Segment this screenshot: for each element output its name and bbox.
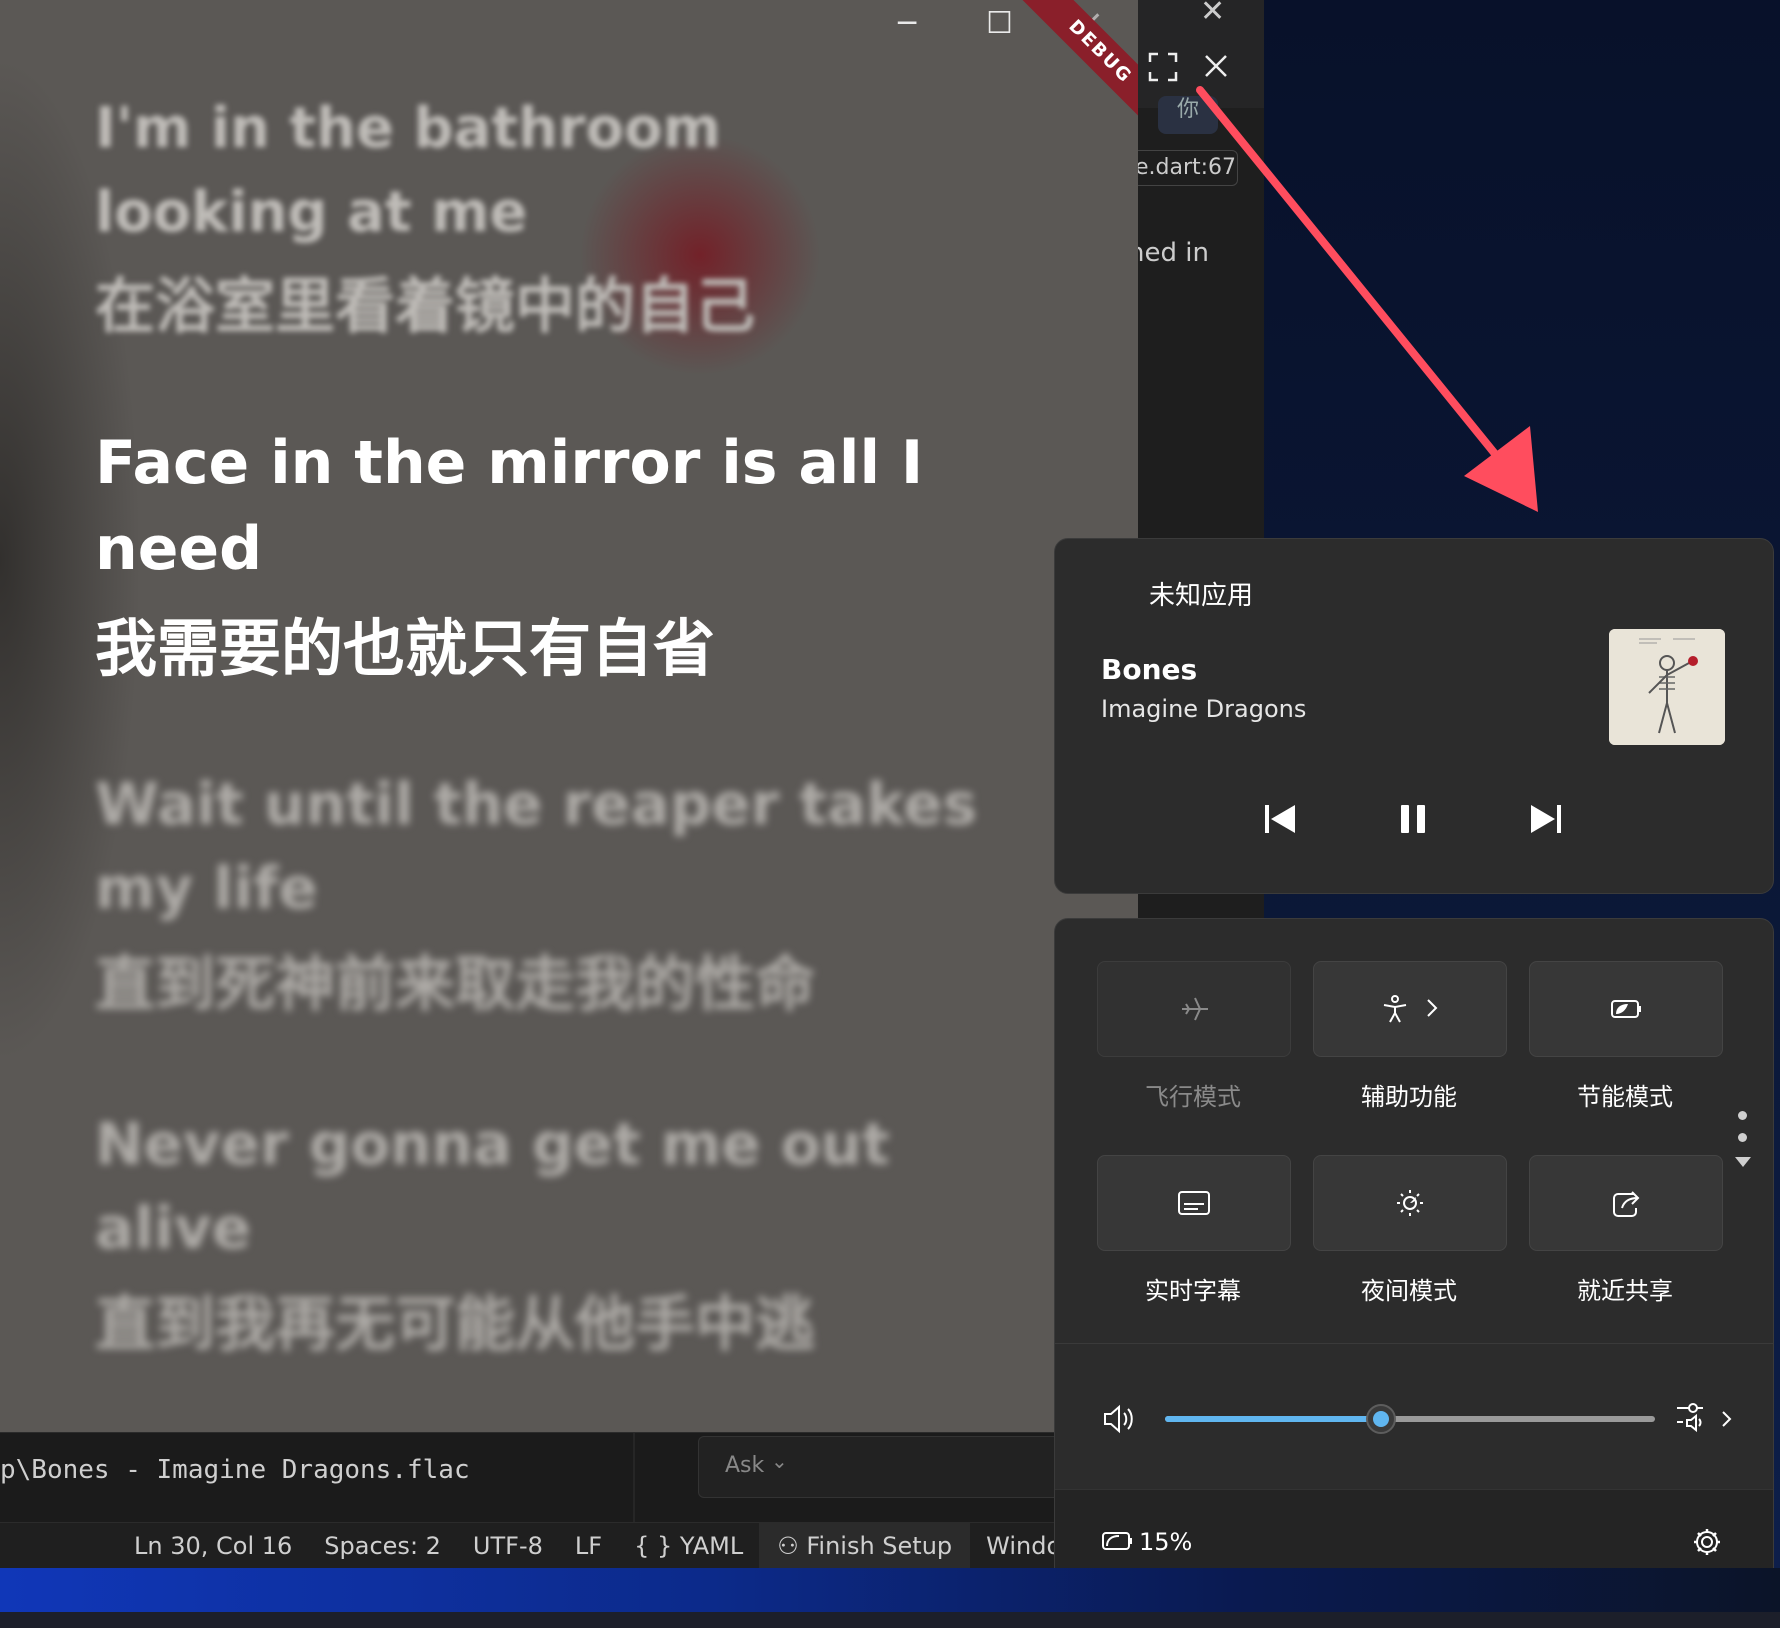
tile-label-nearby-share: 就近共享 — [1577, 1277, 1673, 1305]
audio-output-icon[interactable] — [1673, 1400, 1739, 1436]
media-artist: Imagine Dragons — [1101, 695, 1307, 723]
previous-track-button[interactable] — [1251, 789, 1311, 849]
next-track-button[interactable] — [1515, 789, 1575, 849]
lyric-line-previous-2: looking at me — [95, 180, 528, 245]
status-encoding[interactable]: UTF-8 — [457, 1532, 559, 1560]
minimize-icon[interactable]: ─ — [898, 6, 916, 41]
skeleton-album-art-icon — [1609, 629, 1725, 745]
lyric-line-next-translation: 直到死神前来取走我的性命 — [95, 950, 815, 1020]
lyric-line-current-translation: 我需要的也就只有自省 — [95, 612, 716, 685]
energy-saver-icon — [1611, 1000, 1641, 1018]
media-title: Bones — [1101, 653, 1198, 686]
status-cursor-position[interactable]: Ln 30, Col 16 — [118, 1532, 308, 1560]
tile-accessibility[interactable] — [1313, 961, 1507, 1057]
speaker-icon[interactable] — [1101, 1402, 1137, 1436]
finish-setup-button[interactable]: ⚇ Finish Setup — [759, 1523, 971, 1569]
album-cover — [1609, 629, 1725, 745]
maximize-icon[interactable]: ☐ — [986, 6, 1013, 41]
status-language[interactable]: { } YAML — [618, 1532, 759, 1560]
nearby-share-icon — [1613, 1191, 1640, 1217]
tile-nearby-share[interactable] — [1529, 1155, 1723, 1251]
media-flyout: 未知应用 Bones Imagine Dragons — [1054, 538, 1774, 894]
tile-airplane-mode[interactable] — [1097, 961, 1291, 1057]
fullscreen-icon[interactable] — [1148, 52, 1178, 90]
pager-dot[interactable] — [1738, 1111, 1747, 1120]
airplane-icon — [1182, 997, 1208, 1021]
lyric-line-next-1: Wait until the reaper takes — [95, 770, 978, 838]
media-source-app: 未知应用 — [1149, 581, 1254, 611]
lyric-line-later-1: Never gonna get me out — [95, 1110, 890, 1178]
pause-button[interactable] — [1383, 789, 1443, 849]
pager-dot[interactable] — [1738, 1133, 1747, 1142]
tile-label-live-captions: 实时字幕 — [1145, 1277, 1241, 1305]
lyric-line-previous-translation: 在浴室里看着镜中的自己 — [95, 272, 755, 342]
live-captions-icon — [1178, 1191, 1210, 1215]
braces-icon: { } — [634, 1532, 673, 1560]
page-down-icon[interactable] — [1733, 1155, 1753, 1169]
debug-banner: DEBUG — [1016, 0, 1138, 136]
finish-setup-label: Finish Setup — [806, 1532, 953, 1560]
volume-row — [1055, 1343, 1773, 1490]
tile-night-light[interactable] — [1313, 1155, 1507, 1251]
volume-slider-thumb[interactable] — [1366, 1404, 1396, 1434]
red-arrow-annotation — [1196, 86, 1538, 512]
status-language-label: YAML — [679, 1532, 744, 1560]
copilot-icon: ⚇ — [777, 1532, 799, 1560]
lyric-line-current-1: Face in the mirror is all I — [95, 428, 924, 498]
settings-gear-icon[interactable] — [1691, 1526, 1723, 1558]
editor-close-icon[interactable]: ✕ — [1200, 0, 1225, 29]
volume-slider-fill — [1165, 1416, 1381, 1422]
lyric-line-next-2: my life — [95, 854, 318, 922]
pause-icon — [1401, 805, 1425, 833]
lyric-line-later-translation: 直到我再无可能从他手中逃 — [95, 1290, 815, 1360]
status-eol[interactable]: LF — [559, 1532, 618, 1560]
next-icon — [1531, 805, 1561, 833]
terminal-separator — [633, 1433, 635, 1523]
tile-label-airplane-mode: 飞行模式 — [1145, 1083, 1241, 1111]
quick-settings-panel: 飞行模式 辅助功能 节能模式 实时字幕 夜间模式 就近共享 15% — [1054, 918, 1774, 1592]
ask-mode-label[interactable]: Ask — [725, 1453, 764, 1478]
chevron-down-icon[interactable]: ⌄ — [771, 1449, 788, 1473]
terminal-file-path: p\Bones - Imagine Dragons.flac — [0, 1455, 470, 1485]
lyric-line-previous-1: I'm in the bathroom — [95, 96, 721, 161]
previous-icon — [1265, 805, 1295, 833]
tile-label-energy-saver: 节能模式 — [1577, 1083, 1673, 1111]
tile-label-night-light: 夜间模式 — [1361, 1277, 1457, 1305]
status-indentation[interactable]: Spaces: 2 — [308, 1532, 457, 1560]
lyric-line-current-2: need — [95, 514, 263, 584]
taskbar — [0, 1612, 1780, 1628]
tile-live-captions[interactable] — [1097, 1155, 1291, 1251]
lyric-line-later-2: alive — [95, 1194, 252, 1262]
battery-percentage[interactable]: 15% — [1139, 1528, 1192, 1556]
accessibility-icon — [1383, 995, 1407, 1023]
chevron-right-icon — [1427, 999, 1438, 1017]
battery-icon[interactable] — [1099, 1524, 1135, 1558]
tile-energy-saver[interactable] — [1529, 961, 1723, 1057]
night-light-icon — [1397, 1190, 1423, 1216]
tile-label-accessibility: 辅助功能 — [1361, 1083, 1457, 1111]
lyrics-app-window: ─ ☐ ✕ DEBUG I'm in the bathroom looking … — [0, 0, 1138, 1432]
